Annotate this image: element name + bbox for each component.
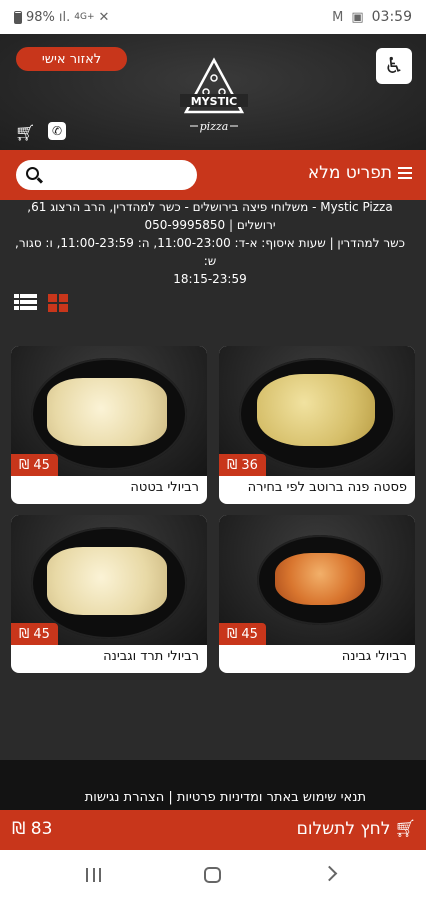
gallery-icon: ▣ bbox=[351, 9, 364, 25]
product-name: פסטה פנה ברוטב לפי בחירה bbox=[247, 480, 407, 495]
search-icon[interactable] bbox=[26, 167, 39, 180]
info-line-3: כשר למהדרין | שעות איסוף: א-ד: 11:00-23:… bbox=[15, 236, 405, 268]
checkout-button[interactable]: 🛒︎ לחץ לתשלום bbox=[297, 819, 416, 839]
product-card[interactable]: 45 ₪ רביולי גבינה bbox=[219, 515, 415, 673]
ravioli-food bbox=[47, 547, 167, 615]
cart-icon: 🛒︎ bbox=[394, 819, 416, 839]
footer-links[interactable]: תנאי שימוש באתר ומדיניות פרטיות | הצהרת … bbox=[85, 790, 366, 805]
status-bar: 98% ıl. 4G+ ✕ M ▣ 03:59 bbox=[0, 0, 426, 34]
price-tag: 45 ₪ bbox=[219, 623, 266, 645]
gmail-icon: M bbox=[332, 9, 344, 25]
site-header: לאזור אישי ♿ MYSTIC pizza 🛒︎ ✆ bbox=[0, 34, 426, 150]
ravioli-tomato-food bbox=[275, 553, 365, 605]
wheelchair-icon: ♿ bbox=[384, 53, 404, 79]
recent-apps-icon[interactable] bbox=[86, 868, 101, 882]
status-right: M ▣ 03:59 bbox=[332, 9, 412, 25]
penne-food bbox=[257, 374, 375, 446]
logo-text: MYSTIC bbox=[191, 95, 238, 108]
product-card[interactable]: 45 ₪ רביולי תרד וגבינה bbox=[11, 515, 207, 673]
info-line-1: Mystic Pizza - משלוחי פיצה בירושלים - כש… bbox=[27, 200, 393, 214]
ravioli-food bbox=[47, 378, 167, 446]
battery-icon bbox=[14, 11, 22, 24]
home-icon[interactable] bbox=[204, 867, 221, 883]
info-line-2: ירושלים | 050-9995850 bbox=[144, 218, 276, 232]
price-tag: 45 ₪ bbox=[11, 454, 58, 476]
logo-subtext: pizza bbox=[200, 120, 229, 133]
mute-icon: ✕ bbox=[98, 10, 110, 25]
price-tag: 45 ₪ bbox=[11, 623, 58, 645]
battery-level: 98% bbox=[26, 10, 55, 25]
search-box[interactable] bbox=[16, 160, 197, 190]
hamburger-icon bbox=[398, 167, 412, 179]
product-card[interactable]: 36 ₪ פסטה פנה ברוטב לפי בחירה bbox=[219, 346, 415, 504]
list-view-icon[interactable] bbox=[14, 294, 37, 310]
info-line-4: 18:15-23:59 bbox=[173, 272, 247, 286]
phone-icon[interactable]: ✆ bbox=[48, 122, 66, 140]
product-name: רביולי בטטה bbox=[130, 480, 199, 495]
system-nav-bar bbox=[0, 850, 426, 900]
signal-icon: ıl. bbox=[58, 10, 71, 25]
full-menu-button[interactable]: תפריט מלא bbox=[308, 163, 412, 183]
order-total: 83 ₪ bbox=[12, 819, 53, 839]
checkout-bar[interactable]: 🛒︎ לחץ לתשלום 83 ₪ bbox=[0, 810, 426, 850]
product-name: רביולי גבינה bbox=[341, 649, 407, 664]
status-left: 98% ıl. 4G+ ✕ bbox=[14, 10, 109, 25]
site-footer: תנאי שימוש באתר ומדיניות פרטיות | הצהרת … bbox=[0, 760, 426, 812]
cart-icon[interactable]: 🛒︎ bbox=[15, 123, 35, 142]
clock: 03:59 bbox=[371, 9, 412, 25]
mystic-pizza-logo[interactable]: MYSTIC pizza bbox=[178, 56, 250, 136]
accessibility-button[interactable]: ♿ bbox=[376, 48, 412, 84]
full-menu-label: תפריט מלא bbox=[307, 163, 392, 183]
search-input[interactable] bbox=[52, 164, 190, 186]
network-type: 4G+ bbox=[74, 12, 95, 22]
price-tag: 36 ₪ bbox=[219, 454, 266, 476]
personal-area-button[interactable]: לאזור אישי bbox=[16, 47, 127, 71]
checkout-label: לחץ לתשלום bbox=[296, 819, 391, 839]
restaurant-info: Mystic Pizza - משלוחי פיצה בירושלים - כש… bbox=[8, 198, 412, 288]
product-card[interactable]: 45 ₪ רביולי בטטה bbox=[11, 346, 207, 504]
menu-bar: תפריט מלא bbox=[0, 150, 426, 200]
back-icon[interactable] bbox=[321, 865, 338, 882]
grid-view-icon[interactable] bbox=[48, 294, 68, 312]
product-name: רביולי תרד וגבינה bbox=[103, 649, 199, 664]
